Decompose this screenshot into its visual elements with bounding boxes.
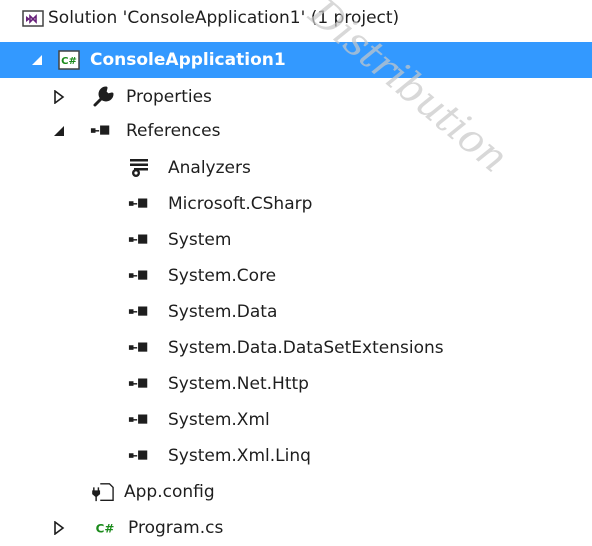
reference-icon [128,337,150,359]
csharp-project-icon: C# [58,49,80,71]
tree-item-reference[interactable]: System.Data [0,294,592,330]
properties-label: Properties [126,87,212,107]
reference-icon [128,229,150,251]
references-label: References [126,121,221,141]
solution-label: Solution 'ConsoleApplication1' (1 projec… [48,8,400,28]
wrench-icon [92,86,114,108]
reference-icon [128,193,150,215]
svg-text:C#: C# [96,522,115,536]
expanded-arrow-icon[interactable] [52,124,66,138]
tree-item-properties[interactable]: Properties [0,79,592,115]
app-config-label: App.config [124,482,215,502]
tree-item-reference[interactable]: System.Xml [0,402,592,438]
reference-icon [128,301,150,323]
reference-label: Analyzers [168,158,251,178]
tree-item-program-cs[interactable]: C# Program.cs [0,510,592,546]
program-cs-label: Program.cs [128,518,224,538]
references-icon [90,120,112,142]
reference-label: System.Xml.Linq [168,446,311,466]
tree-item-app-config[interactable]: App.config [0,474,592,510]
reference-icon [128,265,150,287]
reference-icon [128,445,150,467]
svg-text:C#: C# [61,56,77,67]
reference-icon [128,373,150,395]
collapsed-arrow-icon[interactable] [52,521,66,535]
reference-label: System.Data.DataSetExtensions [168,338,444,358]
reference-label: System.Data [168,302,278,322]
reference-label: System [168,230,232,250]
tree-item-references[interactable]: References [0,113,592,149]
solution-icon [22,7,44,29]
tree-item-analyzers[interactable]: Analyzers [0,150,592,186]
config-file-icon [92,481,114,503]
tree-item-reference[interactable]: System.Data.DataSetExtensions [0,330,592,366]
solution-explorer-tree: Solution 'ConsoleApplication1' (1 projec… [0,0,592,540]
reference-icon [128,409,150,431]
reference-label: System.Core [168,266,277,286]
tree-item-reference[interactable]: Microsoft.CSharp [0,186,592,222]
tree-item-reference[interactable]: System.Net.Http [0,366,592,402]
csharp-file-icon: C# [94,517,116,539]
tree-item-reference[interactable]: System [0,222,592,258]
tree-item-project[interactable]: C# ConsoleApplication1 [0,42,592,78]
reference-label: System.Net.Http [168,374,309,394]
reference-label: Microsoft.CSharp [168,194,313,214]
tree-item-reference[interactable]: System.Core [0,258,592,294]
reference-label: System.Xml [168,410,270,430]
project-label: ConsoleApplication1 [90,50,286,70]
expanded-arrow-icon[interactable] [30,53,44,67]
collapsed-arrow-icon[interactable] [52,90,66,104]
tree-item-solution[interactable]: Solution 'ConsoleApplication1' (1 projec… [0,0,592,36]
tree-item-reference[interactable]: System.Xml.Linq [0,438,592,474]
analyzers-icon [128,157,150,179]
